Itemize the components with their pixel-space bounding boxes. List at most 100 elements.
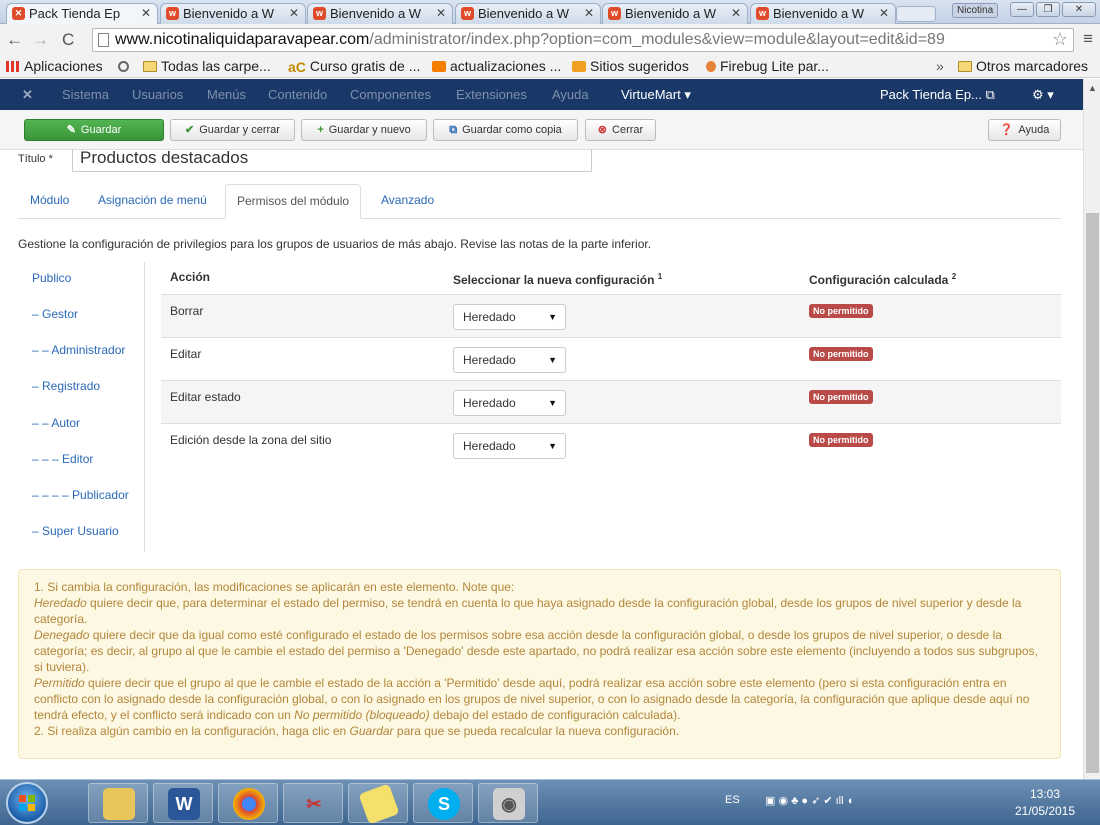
- group-item[interactable]: – – Autor: [32, 416, 80, 430]
- tab-title: Bienvenido a W: [183, 6, 275, 21]
- taskbar-chrome[interactable]: [218, 783, 278, 823]
- close-button[interactable]: ⊗ Cerrar: [585, 119, 656, 141]
- bookmark-item[interactable]: actualizaciones ...: [432, 56, 561, 76]
- action-name: Borrar: [170, 304, 204, 318]
- start-button[interactable]: [6, 782, 48, 824]
- header-new-setting: Seleccionar la nueva configuración 1: [453, 272, 663, 287]
- suggested-sites-icon: [572, 61, 586, 72]
- reload-icon[interactable]: C: [62, 30, 74, 50]
- other-bookmarks[interactable]: Otros marcadores: [958, 56, 1088, 76]
- tab-close-icon[interactable]: ✕: [731, 4, 741, 23]
- bookmark-star-icon[interactable]: ☆: [1052, 29, 1068, 50]
- bookmark-folder[interactable]: Todas las carpe...: [143, 56, 271, 76]
- setting-select[interactable]: Heredado ▼: [453, 390, 566, 416]
- url-domain: www.nicotinaliquidaparavapear.com: [115, 31, 370, 48]
- action-toolbar: ✎ Guardar ✔ Guardar y cerrar + Guardar y nu…: [0, 110, 1083, 150]
- save-new-button[interactable]: + Guardar y nuevo: [301, 119, 427, 141]
- system-clock[interactable]: 13:03 21/05/2015: [1000, 786, 1090, 820]
- tab-close-icon[interactable]: ✕: [289, 4, 299, 23]
- language-indicator[interactable]: ES: [725, 794, 740, 806]
- taskbar-notes[interactable]: [348, 783, 408, 825]
- maximize-button[interactable]: ❐: [1036, 2, 1060, 17]
- taskbar-camera[interactable]: ◉: [478, 783, 538, 823]
- new-tab-button[interactable]: [896, 6, 936, 22]
- group-item[interactable]: – Registrado: [32, 379, 100, 393]
- bookmark-item[interactable]: Sitios sugeridos: [572, 56, 689, 76]
- setting-select[interactable]: Heredado ▼: [453, 347, 566, 373]
- bookmark-item[interactable]: aC Curso gratis de ...: [288, 56, 420, 77]
- save-copy-button[interactable]: ⧉ Guardar como copia: [433, 119, 578, 141]
- menu-contenido[interactable]: Contenido: [268, 79, 327, 110]
- group-item[interactable]: – – – – Publicador: [32, 488, 129, 502]
- tab-permisos[interactable]: Permisos del módulo: [225, 184, 362, 219]
- help-button[interactable]: ❓ Ayuda: [988, 119, 1061, 141]
- bookmark-apps[interactable]: Aplicaciones: [6, 56, 103, 76]
- group-item[interactable]: Publico: [32, 271, 71, 285]
- site-favicon-icon: w: [313, 7, 326, 20]
- bookmarks-overflow[interactable]: »: [936, 56, 944, 76]
- group-item[interactable]: – – Administrador: [32, 343, 125, 357]
- settings-menu[interactable]: ⚙ ▾: [1032, 79, 1054, 110]
- group-item[interactable]: – Super Usuario: [32, 524, 119, 538]
- page-scrollbar[interactable]: ▲: [1083, 79, 1100, 779]
- tab-close-icon[interactable]: ✕: [584, 4, 594, 23]
- course-icon: aC: [288, 59, 306, 75]
- site-link[interactable]: Pack Tienda Ep... ⧉: [880, 79, 995, 110]
- bookmark-item[interactable]: Firebug Lite par...: [706, 56, 829, 76]
- scrollbar-thumb[interactable]: [1086, 213, 1099, 773]
- tray-icons[interactable]: ▣ ◉ ♣ ● ➶ ✔ ıll ◖: [765, 794, 853, 807]
- table-row: Borrar Heredado ▼ No permitido: [161, 294, 1061, 337]
- tab-avanzado[interactable]: Avanzado: [381, 184, 434, 219]
- url-field[interactable]: www.nicotinaliquidaparavapear.com/admini…: [92, 28, 1074, 52]
- browser-menu-icon[interactable]: ≡: [1083, 29, 1093, 49]
- scroll-up-icon[interactable]: ▲: [1088, 83, 1097, 93]
- tab-close-icon[interactable]: ✕: [141, 4, 151, 23]
- back-icon[interactable]: ←: [6, 30, 23, 50]
- bookmark-item[interactable]: [118, 56, 133, 76]
- tab-asignacion-menu[interactable]: Asignación de menú: [98, 184, 207, 219]
- browser-tab-active[interactable]: ✕ Pack Tienda Ep ✕: [6, 3, 158, 24]
- browser-tab[interactable]: w Bienvenido a W ✕: [455, 3, 601, 24]
- address-bar-row: ← → C www.nicotinaliquidaparavapear.com/…: [0, 24, 1100, 56]
- minimize-button[interactable]: —: [1010, 2, 1034, 17]
- setting-select[interactable]: Heredado ▼: [453, 304, 566, 330]
- profile-badge[interactable]: Nicotina: [952, 3, 999, 18]
- site-favicon-icon: w: [608, 7, 621, 20]
- taskbar-word[interactable]: W: [153, 783, 213, 823]
- menu-extensiones[interactable]: Extensiones: [456, 79, 527, 110]
- menu-virtuemart[interactable]: VirtueMart ▾: [621, 79, 691, 110]
- browser-tab[interactable]: w Bienvenido a W ✕: [602, 3, 748, 24]
- menu-menus[interactable]: Menús: [207, 79, 246, 110]
- group-item[interactable]: – Gestor: [32, 307, 78, 321]
- menu-sistema[interactable]: Sistema: [62, 79, 109, 110]
- browser-tab[interactable]: w Bienvenido a W ✕: [750, 3, 896, 24]
- forward-icon[interactable]: →: [32, 30, 49, 50]
- group-item[interactable]: – – – Editor: [32, 452, 93, 466]
- save-close-button[interactable]: ✔ Guardar y cerrar: [170, 119, 295, 141]
- note-1: 1. Si cambia la configuración, las modif…: [34, 580, 515, 594]
- note-heredado: Heredado quiere decir que, para determin…: [34, 596, 1022, 626]
- title-input[interactable]: Productos destacados: [72, 150, 592, 172]
- close-window-button[interactable]: ✕: [1062, 2, 1096, 17]
- menu-usuarios[interactable]: Usuarios: [132, 79, 183, 110]
- tab-close-icon[interactable]: ✕: [879, 4, 889, 23]
- browser-tab[interactable]: w Bienvenido a W ✕: [160, 3, 306, 24]
- chrome-icon: [233, 788, 265, 820]
- setting-select[interactable]: Heredado ▼: [453, 433, 566, 459]
- tab-modulo[interactable]: Módulo: [30, 184, 69, 219]
- taskbar-explorer[interactable]: [88, 783, 148, 823]
- header-action: Acción: [170, 270, 211, 284]
- tab-title: Pack Tienda Ep: [29, 6, 121, 21]
- browser-tab[interactable]: w Bienvenido a W ✕: [307, 3, 453, 24]
- save-button[interactable]: ✎ Guardar: [24, 119, 164, 141]
- module-tabs: Módulo Asignación de menú Permisos del m…: [18, 184, 1061, 219]
- tab-title: Bienvenido a W: [330, 6, 422, 21]
- taskbar-skype[interactable]: S: [413, 783, 473, 823]
- folder-icon: [958, 61, 972, 72]
- menu-componentes[interactable]: Componentes: [350, 79, 431, 110]
- joomla-logo-icon[interactable]: ✕: [22, 79, 33, 110]
- tab-close-icon[interactable]: ✕: [436, 4, 446, 23]
- menu-ayuda[interactable]: Ayuda: [552, 79, 589, 110]
- title-label: Título *: [18, 153, 53, 165]
- taskbar-snipping[interactable]: ✂: [283, 783, 343, 823]
